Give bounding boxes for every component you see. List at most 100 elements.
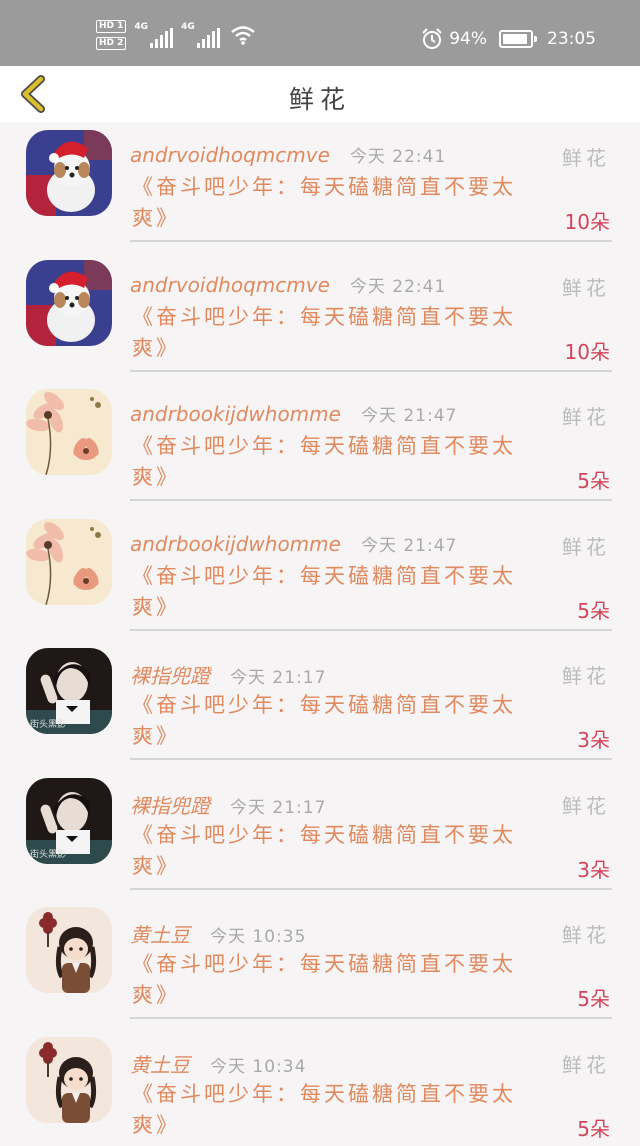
message-text: 《奋斗吧少年：每天磕糖简直不要太爽》 (132, 952, 516, 1007)
user-line: 黄土豆 今天 10:35 (130, 919, 306, 948)
timestamp: 今天 21:47 (360, 406, 458, 426)
dog-avatar-image (26, 259, 112, 346)
timestamp: 今天 21:17 (230, 668, 327, 688)
timestamp: 今天 10:34 (210, 1056, 307, 1077)
alarm-clock-icon (422, 28, 442, 49)
divider (130, 758, 612, 760)
username[interactable]: andrvoidhoqmcmve (130, 273, 330, 297)
gift-type: 鲜花 (562, 534, 610, 559)
gift-type: 鲜花 (562, 275, 610, 300)
avatar[interactable] (26, 907, 112, 993)
flower-avatar-image (26, 389, 112, 475)
hd2-badge: HD 2 (96, 37, 127, 50)
gift-quantity: 10朵 (564, 339, 610, 364)
gift-type: 鲜花 (562, 664, 610, 688)
status-bar: HD 1 HD 2 4G 4G 94% 23:05 (0, 0, 640, 66)
status-right: 94% 23:05 (421, 28, 596, 50)
user-line: andrbookijdwhomme 今天 21:47 (130, 531, 457, 556)
dog-avatar-image (26, 130, 112, 216)
signal-2: 4G (181, 22, 220, 48)
list-item[interactable]: 黄土豆 今天 10:34 鲜花 《奋斗吧少年：每天磕糖简直不要太爽》 5朵 (0, 1029, 640, 1146)
list-item[interactable]: 街头黑影 裸指兜蹬 今天 21:17 鲜花 《奋斗吧少年：每天磕糖简直不要太爽》… (0, 640, 640, 770)
page-title: 鲜花 (288, 85, 351, 114)
username[interactable]: andrbookijdwhomme (130, 532, 341, 556)
svg-text:街头黑影: 街头黑影 (30, 718, 66, 730)
gift-quantity: 5朵 (577, 987, 610, 1011)
user-line: andrbookijdwhomme 今天 21:47 (130, 401, 457, 426)
network-type-1: 4G (134, 22, 149, 32)
list-item[interactable]: 黄土豆 今天 10:35 鲜花 《奋斗吧少年：每天磕糖简直不要太爽》 5朵 (0, 899, 640, 1029)
message-text: 《奋斗吧少年：每天磕糖简直不要太爽》 (132, 175, 516, 230)
message-text: 《奋斗吧少年：每天磕糖简直不要太爽》 (132, 822, 516, 878)
gift-quantity: 5朵 (577, 1116, 610, 1141)
divider (130, 369, 612, 372)
girl-avatar-image: 街头黑影 (26, 648, 112, 734)
list-item[interactable]: andrbookijdwhomme 今天 21:47 鲜花 《奋斗吧少年：每天磕… (0, 381, 640, 511)
avatar[interactable] (26, 130, 112, 216)
battery-percent: 94% (449, 29, 487, 49)
gift-type: 鲜花 (562, 1052, 610, 1077)
user-line: 裸指兜蹬 今天 21:17 (130, 790, 326, 819)
avatar[interactable]: 街头黑影 (26, 648, 112, 734)
username[interactable]: 黄土豆 (130, 919, 190, 948)
message-text: 《奋斗吧少年：每天磕糖简直不要太爽》 (132, 1081, 516, 1137)
clock: 23:05 (547, 29, 596, 49)
user-line: 裸指兜蹬 今天 21:17 (130, 660, 326, 689)
signal-1: 4G (134, 22, 174, 48)
hd1-badge: HD 1 (96, 20, 127, 33)
gift-quantity: 10朵 (564, 210, 610, 234)
list-item[interactable]: andrvoidhoqmcmve 今天 22:41 鲜花 《奋斗吧少年：每天磕糖… (0, 122, 640, 252)
timestamp: 今天 22:41 (349, 147, 447, 167)
username[interactable]: 裸指兜蹬 (130, 660, 210, 689)
avatar[interactable] (26, 518, 112, 605)
timestamp: 今天 21:17 (230, 797, 327, 818)
divider (130, 887, 612, 890)
username[interactable]: 黄土豆 (130, 1049, 190, 1078)
battery-icon (499, 30, 537, 48)
avatar[interactable]: 街头黑影 (26, 777, 112, 864)
message-text: 《奋斗吧少年：每天磕糖简直不要太爽》 (132, 563, 516, 619)
gift-type: 鲜花 (562, 923, 610, 947)
divider (130, 1017, 612, 1019)
avatar[interactable] (26, 259, 112, 346)
divider (130, 240, 612, 242)
network-type-2: 4G (181, 22, 195, 32)
svg-text:街头黑影: 街头黑影 (30, 848, 66, 860)
timestamp: 今天 21:47 (360, 535, 458, 556)
hd-indicators: HD 1 HD 2 (96, 20, 127, 50)
battery-fill (503, 34, 528, 44)
gift-quantity: 3朵 (577, 857, 610, 882)
list-item[interactable]: andrbookijdwhomme 今天 21:47 鲜花 《奋斗吧少年：每天磕… (0, 511, 640, 641)
username[interactable]: andrvoidhoqmcmve (130, 143, 330, 167)
gift-type: 鲜花 (562, 146, 610, 170)
cartoon-girl-avatar-image (26, 1036, 112, 1123)
header: 鲜花 (0, 66, 640, 122)
timestamp: 今天 22:41 (349, 276, 447, 297)
gift-quantity: 5朵 (577, 469, 610, 493)
username[interactable]: andrbookijdwhomme (130, 402, 341, 426)
gift-type: 鲜花 (562, 405, 610, 429)
timestamp: 今天 10:35 (210, 927, 307, 947)
divider (130, 499, 612, 501)
user-line: andrvoidhoqmcmve 今天 22:41 (130, 142, 446, 167)
gift-list[interactable]: andrvoidhoqmcmve 今天 22:41 鲜花 《奋斗吧少年：每天磕糖… (0, 122, 640, 1146)
message-text: 《奋斗吧少年：每天磕糖简直不要太爽》 (132, 434, 516, 489)
wifi-icon (230, 26, 255, 45)
list-item[interactable]: andrvoidhoqmcmve 今天 22:41 鲜花 《奋斗吧少年：每天磕糖… (0, 252, 640, 382)
list-item[interactable]: 街头黑影 裸指兜蹬 今天 21:17 鲜花 《奋斗吧少年：每天磕糖简直不要太爽》… (0, 770, 640, 900)
divider (130, 628, 612, 631)
gift-quantity: 5朵 (577, 598, 610, 623)
message-text: 《奋斗吧少年：每天磕糖简直不要太爽》 (132, 304, 516, 360)
username[interactable]: 裸指兜蹬 (130, 790, 210, 819)
gift-quantity: 3朵 (577, 728, 610, 752)
avatar[interactable] (26, 1036, 112, 1123)
signal-bars-icon (150, 28, 174, 48)
flower-avatar-image (26, 518, 112, 605)
signal-bars-icon (196, 28, 220, 48)
avatar[interactable] (26, 389, 112, 475)
gift-type: 鲜花 (562, 793, 610, 818)
user-line: andrvoidhoqmcmve 今天 22:41 (130, 272, 446, 297)
girl-avatar-image: 街头黑影 (26, 777, 112, 864)
status-left: HD 1 HD 2 4G 4G (96, 20, 256, 50)
user-line: 黄土豆 今天 10:34 (130, 1049, 306, 1078)
